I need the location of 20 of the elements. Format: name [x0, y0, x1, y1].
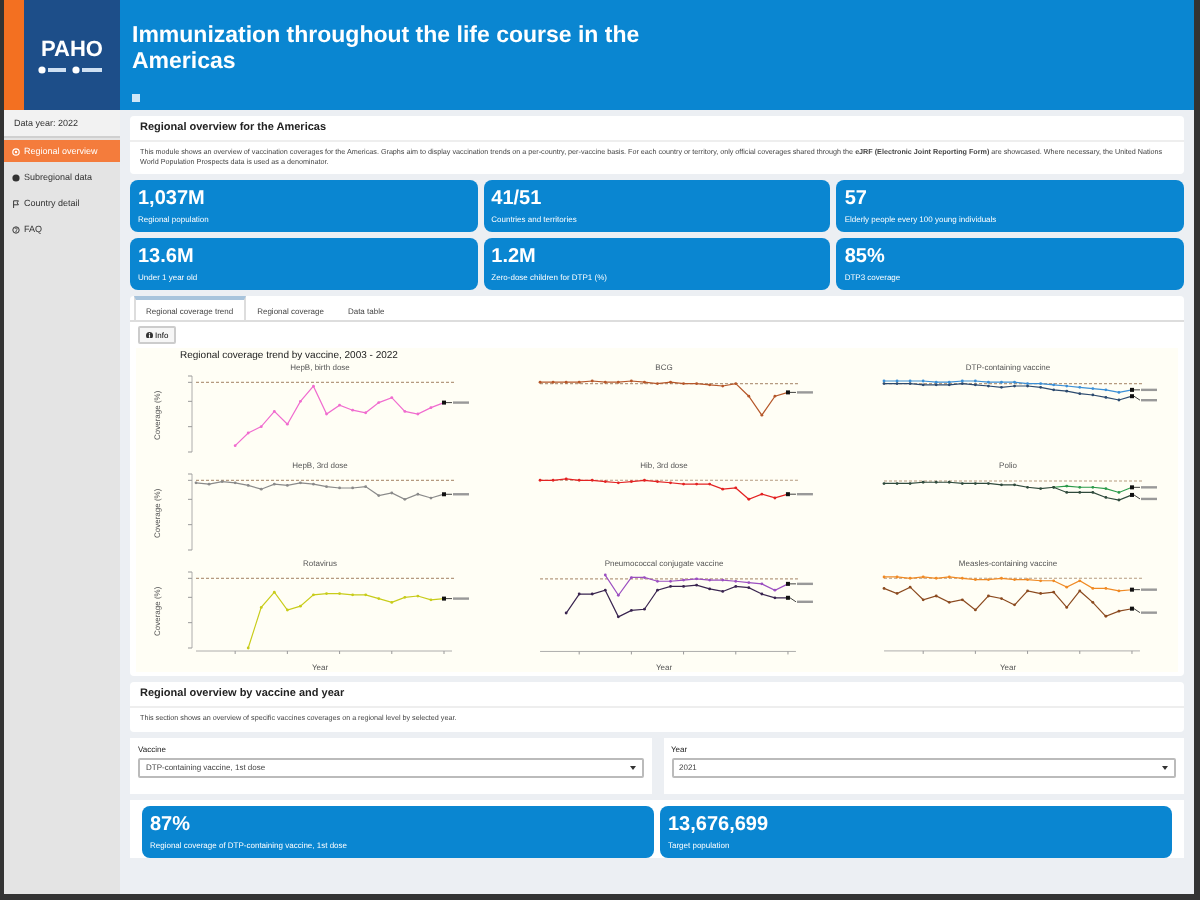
kpi-value: 13,676,699: [668, 813, 769, 836]
flag-icon: [12, 199, 20, 207]
kpi-value: 41/51: [491, 188, 542, 211]
logo-text: PAHO: [41, 37, 103, 61]
square-icon[interactable]: [132, 94, 140, 102]
caret-icon: [1162, 765, 1168, 770]
app-title: Immunization throughout the life course in the Americas: [132, 24, 642, 76]
caret-icon: [629, 765, 635, 770]
kpi-value: 13.6M: [138, 246, 194, 269]
target-icon: [12, 147, 20, 155]
kpi-value: 57: [844, 188, 867, 211]
info-icon: [146, 331, 153, 339]
help-icon: [12, 225, 20, 233]
emblem-icon: [38, 65, 106, 73]
kpi-value: 87%: [150, 813, 191, 836]
kpi-value: 85%: [844, 246, 885, 269]
accent-bar: [4, 0, 24, 110]
globe-icon: [12, 173, 20, 181]
kpi-value: 1.2M: [491, 246, 536, 269]
kpi-value: 1,037M: [138, 188, 205, 211]
